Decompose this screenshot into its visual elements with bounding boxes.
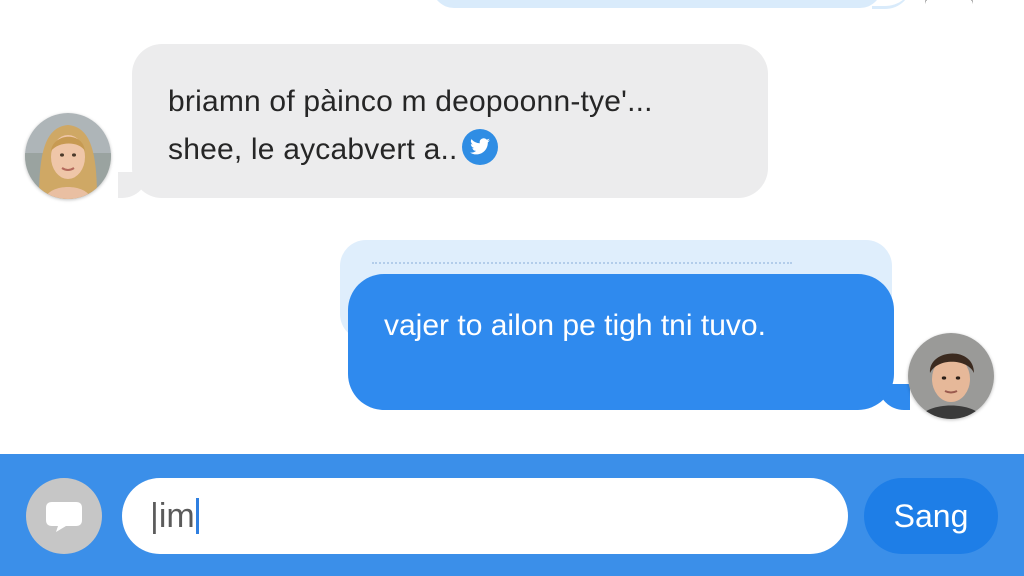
message-input[interactable]: |im: [122, 478, 848, 554]
user-avatar-image: [908, 333, 994, 419]
contact-avatar-image: [25, 113, 111, 199]
send-button[interactable]: Sang: [864, 478, 998, 554]
text-caret: [195, 498, 199, 534]
incoming-message-line-1: briamn of pàinco m deopoonn-tye'...: [168, 85, 653, 118]
corner-decoration: [925, 0, 973, 7]
message-input-value: |im: [150, 496, 195, 535]
previous-message-bubble[interactable]: [432, 0, 882, 8]
chat-area: briamn of pàinco m deopoonn-tye'... shee…: [0, 0, 1024, 454]
incoming-message-line-2: shee, le aycabvert a..: [168, 126, 728, 174]
faded-message-text: [372, 262, 792, 274]
incoming-message-bubble[interactable]: briamn of pàinco m deopoonn-tye'... shee…: [118, 44, 768, 198]
outgoing-message-bubble[interactable]: vajer to ailon pe tigh tni tuvo.: [348, 274, 910, 410]
speech-bubble-icon[interactable]: [26, 478, 102, 554]
previous-message-tail: [872, 0, 912, 9]
outgoing-message-text: vajer to ailon pe tigh tni tuvo.: [384, 309, 766, 342]
twitter-bird-icon: [461, 129, 498, 166]
contact-avatar[interactable]: [25, 113, 111, 199]
user-avatar[interactable]: [908, 333, 994, 419]
incoming-message-line-2-text: shee, le aycabvert a..: [168, 133, 458, 166]
